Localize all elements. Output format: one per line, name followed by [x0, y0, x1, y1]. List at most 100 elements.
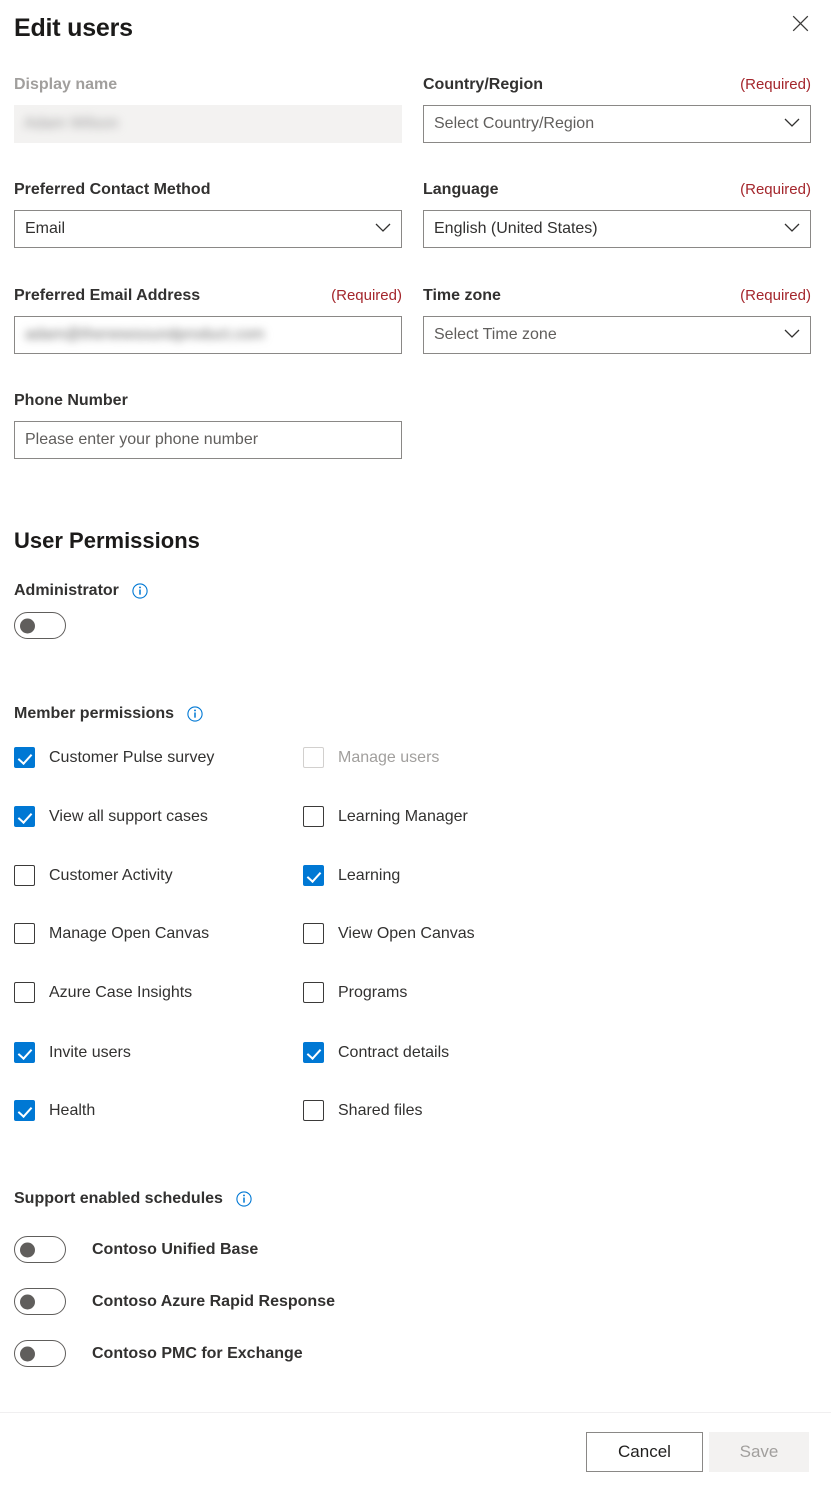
- administrator-label: Administrator: [14, 582, 119, 599]
- phone-number-placeholder: Please enter your phone number: [25, 431, 259, 448]
- checkbox-row[interactable]: Azure Case Insights: [14, 982, 192, 1003]
- preferred-email-address-input[interactable]: adam@thenewsoundproduct.com: [14, 316, 402, 354]
- time-zone-dropdown[interactable]: Select Time zone: [423, 316, 811, 354]
- checkbox-row[interactable]: Health: [14, 1100, 95, 1121]
- info-icon[interactable]: [187, 706, 203, 722]
- language-label: Language: [423, 181, 499, 198]
- toggle-knob: [20, 1242, 35, 1257]
- checkbox-icon: [14, 1100, 35, 1121]
- checkbox-row[interactable]: Customer Pulse survey: [14, 747, 214, 768]
- preferred-email-address-label: Preferred Email Address: [14, 287, 201, 304]
- support-enabled-schedules-label: Support enabled schedules: [14, 1190, 223, 1207]
- schedule-toggle-row: Contoso PMC for Exchange: [14, 1340, 303, 1367]
- checkbox-icon: [14, 982, 35, 1003]
- schedule-label: Contoso Unified Base: [92, 1240, 259, 1258]
- checkbox-row: Manage users: [303, 747, 439, 768]
- preferred-contact-method-label-row: Preferred Contact Method: [14, 181, 402, 203]
- schedule-toggle[interactable]: [14, 1288, 66, 1315]
- checkbox-row[interactable]: Learning Manager: [303, 806, 468, 827]
- member-permissions-label-row: Member permissions: [14, 705, 203, 723]
- checkbox-label: Learning: [338, 866, 401, 884]
- country-region-placeholder: Select Country/Region: [434, 115, 595, 132]
- language-label-row: Language (Required): [423, 181, 811, 203]
- toggle-knob: [20, 618, 35, 633]
- checkbox-label: Programs: [338, 983, 408, 1001]
- country-region-dropdown[interactable]: Select Country/Region: [423, 105, 811, 143]
- schedule-toggle[interactable]: [14, 1340, 66, 1367]
- cancel-button[interactable]: Cancel: [586, 1432, 703, 1472]
- info-icon[interactable]: [236, 1191, 252, 1207]
- checkbox-icon: [303, 1100, 324, 1121]
- support-enabled-schedules-label-row: Support enabled schedules: [14, 1190, 252, 1208]
- checkbox-label: Manage Open Canvas: [49, 924, 210, 942]
- checkbox-row[interactable]: Programs: [303, 982, 407, 1003]
- administrator-label-row: Administrator: [14, 582, 148, 600]
- field-display-name: Display name Adam Wilson: [14, 76, 402, 143]
- preferred-contact-method-value: Email: [25, 220, 66, 237]
- time-zone-label-row: Time zone (Required): [423, 287, 811, 309]
- checkbox-icon: [303, 865, 324, 886]
- checkbox-label: Invite users: [49, 1043, 131, 1061]
- checkbox-label: Customer Activity: [49, 866, 173, 884]
- schedule-toggle-row: Contoso Azure Rapid Response: [14, 1288, 335, 1315]
- display-name-value: Adam Wilson: [24, 115, 119, 132]
- checkbox-row[interactable]: Learning: [303, 865, 400, 886]
- checkbox-icon: [303, 982, 324, 1003]
- checkbox-row[interactable]: Contract details: [303, 1042, 449, 1063]
- country-region-label-row: Country/Region (Required): [423, 76, 811, 98]
- panel-header: Edit users: [0, 0, 831, 62]
- close-button[interactable]: [783, 6, 817, 40]
- preferred-contact-method-dropdown[interactable]: Email: [14, 210, 402, 248]
- checkbox-row[interactable]: View all support cases: [14, 806, 208, 827]
- country-region-required-tag: (Required): [740, 76, 811, 93]
- language-required-tag: (Required): [740, 181, 811, 198]
- schedule-label: Contoso PMC for Exchange: [92, 1344, 303, 1362]
- checkbox-label: Manage users: [338, 748, 440, 766]
- checkbox-label: Learning Manager: [338, 807, 468, 825]
- preferred-email-address-required-tag: (Required): [331, 287, 402, 304]
- preferred-email-address-value: adam@thenewsoundproduct.com: [25, 326, 265, 343]
- checkbox-label: Health: [49, 1101, 96, 1119]
- checkbox-label: Contract details: [338, 1043, 450, 1061]
- save-button: Save: [709, 1432, 809, 1472]
- phone-number-input[interactable]: Please enter your phone number: [14, 421, 402, 459]
- country-region-label: Country/Region: [423, 76, 543, 93]
- toggle-knob: [20, 1346, 35, 1361]
- administrator-toggle-row: [14, 612, 66, 639]
- field-time-zone: Time zone (Required) Select Time zone: [423, 287, 811, 354]
- checkbox-icon: [14, 747, 35, 768]
- checkbox-label: Customer Pulse survey: [49, 748, 215, 766]
- preferred-email-address-label-row: Preferred Email Address (Required): [14, 287, 402, 309]
- time-zone-required-tag: (Required): [740, 287, 811, 304]
- checkbox-icon: [303, 806, 324, 827]
- checkbox-icon: [303, 747, 324, 768]
- checkbox-icon: [14, 865, 35, 886]
- language-dropdown[interactable]: English (United States): [423, 210, 811, 248]
- administrator-toggle[interactable]: [14, 612, 66, 639]
- field-language: Language (Required) English (United Stat…: [423, 181, 811, 248]
- checkbox-row[interactable]: Shared files: [303, 1100, 423, 1121]
- preferred-contact-method-label: Preferred Contact Method: [14, 181, 211, 198]
- schedule-label: Contoso Azure Rapid Response: [92, 1292, 335, 1310]
- chevron-down-icon: [784, 220, 800, 238]
- checkbox-icon: [14, 1042, 35, 1063]
- chevron-down-icon: [784, 326, 800, 344]
- checkbox-row[interactable]: Invite users: [14, 1042, 131, 1063]
- display-name-input: Adam Wilson: [14, 105, 402, 143]
- checkbox-icon: [14, 923, 35, 944]
- time-zone-placeholder: Select Time zone: [434, 326, 557, 343]
- checkbox-row[interactable]: Manage Open Canvas: [14, 923, 209, 944]
- checkbox-row[interactable]: Customer Activity: [14, 865, 173, 886]
- checkbox-row[interactable]: View Open Canvas: [303, 923, 475, 944]
- schedule-toggle[interactable]: [14, 1236, 66, 1263]
- chevron-down-icon: [784, 115, 800, 133]
- page-title: Edit users: [14, 14, 133, 42]
- field-preferred-email-address: Preferred Email Address (Required) adam@…: [14, 287, 402, 354]
- info-icon[interactable]: [132, 583, 148, 599]
- footer-actions: Cancel Save: [0, 1413, 831, 1501]
- member-permissions-label: Member permissions: [14, 705, 175, 722]
- chevron-down-icon: [375, 220, 391, 238]
- checkbox-label: Shared files: [338, 1101, 423, 1119]
- display-name-label-row: Display name: [14, 76, 402, 98]
- field-phone-number: Phone Number Please enter your phone num…: [14, 392, 402, 459]
